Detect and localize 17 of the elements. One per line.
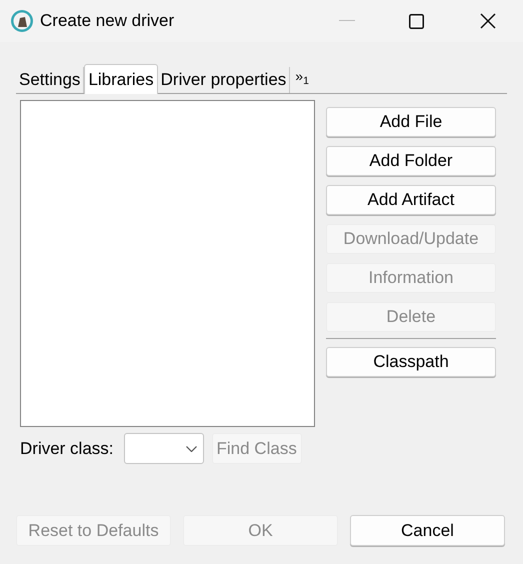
maximize-icon[interactable] bbox=[409, 14, 424, 28]
close-icon[interactable] bbox=[480, 13, 496, 29]
tab-overflow-indicator[interactable]: »$_{1}$ bbox=[295, 66, 309, 87]
tab[interactable]: Driver properties bbox=[158, 67, 290, 93]
button[interactable]: Add File bbox=[326, 107, 496, 137]
window-title: Create new driver bbox=[40, 10, 174, 32]
button[interactable]: Add Folder bbox=[326, 146, 496, 176]
chevron-icon bbox=[186, 446, 197, 452]
driver-class-label: Driver class: bbox=[20, 438, 114, 460]
button[interactable]: Add Artifact bbox=[326, 185, 496, 215]
app-icon bbox=[10, 9, 34, 33]
driver-class-dropdown[interactable] bbox=[124, 433, 204, 464]
button[interactable]: Classpath bbox=[326, 347, 496, 377]
tab[interactable]: Libraries bbox=[84, 64, 158, 94]
minimize-icon[interactable] bbox=[339, 20, 355, 22]
button[interactable]: Cancel bbox=[350, 515, 505, 546]
library-list[interactable] bbox=[20, 100, 315, 427]
